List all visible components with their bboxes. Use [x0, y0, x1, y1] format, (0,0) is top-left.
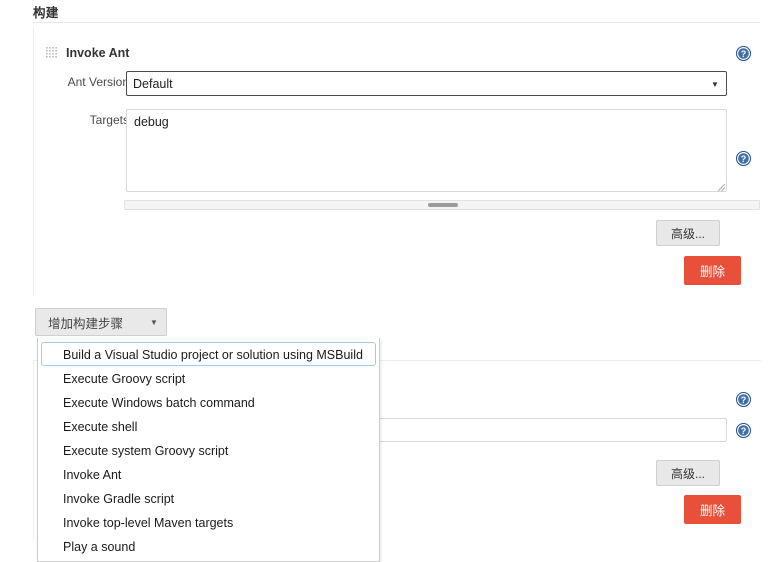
menu-item[interactable]: Execute Groovy script — [38, 366, 379, 390]
svg-text:?: ? — [741, 395, 747, 405]
page-title: 构建 — [33, 6, 59, 20]
ant-version-select[interactable]: Default — [126, 71, 727, 96]
build-config-page: 构建 Invoke Ant ? Ant Version Default ▼ Ta… — [0, 0, 768, 562]
menu-item[interactable]: Invoke top-level Maven targets — [38, 510, 379, 534]
drag-grip-icon[interactable] — [46, 46, 57, 60]
menu-item[interactable]: Build a Visual Studio project or solutio… — [41, 342, 376, 366]
svg-text:?: ? — [741, 49, 747, 59]
help-icon[interactable]: ? — [736, 46, 751, 61]
horizontal-scrollbar[interactable] — [124, 200, 760, 210]
menu-item[interactable]: Execute Windows batch command — [38, 390, 379, 414]
build-step-header[interactable]: Invoke Ant — [46, 46, 129, 60]
field-label-ant-version: Ant Version — [67, 75, 129, 89]
help-icon[interactable]: ? — [736, 151, 751, 166]
build-step-section-invoke-ant: Invoke Ant ? Ant Version Default ▼ Targe… — [33, 28, 760, 296]
delete-button[interactable]: 删除 — [684, 256, 742, 285]
add-build-step-button[interactable]: 增加构建步骤 — [35, 308, 167, 336]
advanced-button[interactable]: 高级... — [656, 460, 721, 486]
help-icon[interactable]: ? — [736, 423, 751, 438]
svg-text:?: ? — [741, 426, 747, 436]
menu-item[interactable]: Invoke Ant — [38, 462, 379, 486]
heading-divider — [33, 22, 760, 23]
menu-item[interactable]: Execute shell — [38, 414, 379, 438]
scrollbar-thumb[interactable] — [428, 203, 458, 207]
advanced-button[interactable]: 高级... — [656, 220, 721, 246]
add-build-step-menu[interactable]: Build a Visual Studio project or solutio… — [37, 338, 380, 562]
targets-textarea[interactable]: debug — [126, 109, 727, 192]
build-step-title: Invoke Ant — [66, 46, 130, 60]
delete-button[interactable]: 删除 — [684, 495, 742, 524]
menu-item[interactable]: Execute system Groovy script — [38, 438, 379, 462]
field-label-targets: Targets — [89, 113, 129, 127]
help-icon[interactable]: ? — [736, 392, 751, 407]
menu-item[interactable]: Play a sound — [38, 534, 379, 558]
menu-item[interactable]: Invoke Gradle script — [38, 486, 379, 510]
svg-text:?: ? — [741, 154, 747, 164]
